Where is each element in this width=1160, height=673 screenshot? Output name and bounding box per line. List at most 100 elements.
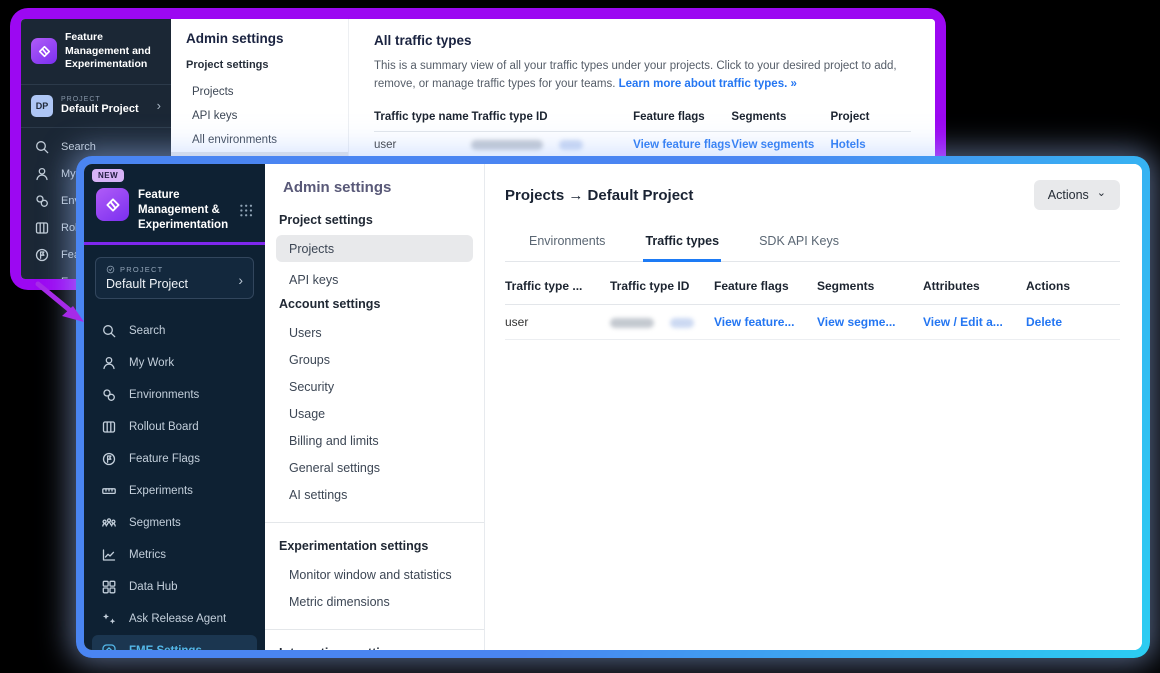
- sidebar-item-rollout-board[interactable]: Rollout Board: [84, 411, 265, 443]
- sidebar-item-environments[interactable]: Environments: [84, 379, 265, 411]
- sidebar-item-ask-release-agent[interactable]: Ask Release Agent: [84, 603, 265, 635]
- screenshot-stage: Feature Management and Experimentation D…: [0, 0, 1160, 673]
- redacted-id: [559, 140, 583, 150]
- line-chart-icon: [101, 547, 117, 563]
- person-icon: [34, 166, 50, 182]
- fme-settings-icon: [101, 643, 117, 650]
- nav-group-integrations-settings: Integrations settings: [265, 646, 484, 650]
- person-icon: [101, 355, 117, 371]
- col-header: Traffic type ID: [471, 103, 633, 132]
- tab-bar: Environments Traffic types SDK API Keys: [505, 225, 1120, 262]
- sparkles-icon: [101, 611, 117, 627]
- nav-item-usage[interactable]: Usage: [265, 400, 484, 427]
- nav-group-project-settings: Project settings: [171, 59, 348, 71]
- chevron-right-icon: ›: [238, 272, 243, 288]
- col-header: Attributes: [923, 266, 1026, 305]
- back-brand-label: Feature Management and Experimentation: [65, 31, 161, 72]
- tab-traffic-types[interactable]: Traffic types: [643, 225, 721, 262]
- col-header: Segments: [731, 103, 830, 132]
- front-main-content: Projects → Default Project Actions ⌄ Env…: [485, 164, 1142, 650]
- nav-item-metric-dimensions[interactable]: Metric dimensions: [265, 588, 484, 615]
- col-header: Traffic type ID: [610, 266, 714, 305]
- ruler-icon: [101, 483, 117, 499]
- project-avatar: DP: [31, 95, 53, 117]
- front-sidebar: NEW Feature Management & Experimentation…: [84, 164, 265, 650]
- view-feature-flags-link[interactable]: View feature...: [714, 315, 794, 329]
- front-brand-label: Feature Management & Experimentation: [138, 188, 230, 233]
- nav-divider: [265, 522, 484, 523]
- page-description: This is a summary view of all your traff…: [374, 58, 911, 94]
- view-edit-attributes-link[interactable]: View / Edit a...: [923, 315, 1003, 329]
- project-name: Default Project: [61, 103, 139, 115]
- sidebar-item-my-work[interactable]: My Work: [84, 347, 265, 379]
- project-name: Default Project: [106, 277, 243, 291]
- traffic-types-table: Traffic type ... Traffic type ID Feature…: [505, 266, 1120, 340]
- nav-divider: [265, 629, 484, 630]
- sidebar-item-metrics[interactable]: Metrics: [84, 539, 265, 571]
- table-row: user View feature... View segme... View …: [505, 305, 1120, 340]
- chevron-down-icon: ⌄: [1097, 188, 1106, 199]
- nav-item-projects[interactable]: Projects: [276, 235, 473, 262]
- view-feature-flags-link[interactable]: View feature flags: [633, 139, 731, 151]
- delete-link[interactable]: Delete: [1026, 315, 1062, 329]
- sidebar-item-fme-settings[interactable]: FME Settings: [92, 635, 257, 650]
- front-admin-nav: Admin settings Project settings Projects…: [265, 164, 485, 650]
- nav-item-general-settings[interactable]: General settings: [265, 454, 484, 481]
- highlight-border-front-window: NEW Feature Management & Experimentation…: [76, 156, 1150, 658]
- project-link[interactable]: Hotels: [830, 139, 865, 151]
- redacted-id-cell: [610, 305, 714, 340]
- flag-circle-icon: [101, 451, 117, 467]
- project-label: PROJECT: [61, 96, 139, 103]
- sidebar-item-feature-flags[interactable]: Feature Flags: [84, 443, 265, 475]
- admin-settings-heading: Admin settings: [265, 179, 484, 196]
- app-grid-icon[interactable]: [239, 203, 253, 218]
- sidebar-item-experiments[interactable]: Experiments: [84, 475, 265, 507]
- col-header: Actions: [1026, 266, 1120, 305]
- new-badge: NEW: [92, 169, 124, 182]
- nav-item-billing-and-limits[interactable]: Billing and limits: [265, 427, 484, 454]
- data-hub-icon: [101, 579, 117, 595]
- col-header: Traffic type ...: [505, 266, 610, 305]
- flag-circle-icon: [34, 247, 50, 263]
- learn-more-link[interactable]: Learn more about traffic types. »: [619, 78, 797, 90]
- sidebar-item-search[interactable]: Search: [84, 315, 265, 347]
- front-project-selector[interactable]: PROJECT Default Project ›: [95, 257, 254, 299]
- nav-item-monitor-window[interactable]: Monitor window and statistics: [265, 561, 484, 588]
- board-columns-icon: [34, 220, 50, 236]
- front-window: NEW Feature Management & Experimentation…: [84, 164, 1142, 650]
- redacted-id-cell: [471, 131, 633, 158]
- redacted-id: [610, 318, 654, 328]
- nav-item-api-keys[interactable]: API keys: [171, 104, 348, 128]
- admin-settings-heading: Admin settings: [171, 31, 348, 46]
- col-header: Project: [830, 103, 911, 132]
- nav-item-groups[interactable]: Groups: [265, 346, 484, 373]
- brand-underline: [84, 242, 265, 245]
- back-project-selector[interactable]: DP PROJECT Default Project ›: [21, 85, 171, 128]
- actions-button[interactable]: Actions ⌄: [1034, 180, 1120, 210]
- back-brand: Feature Management and Experimentation: [21, 19, 171, 85]
- col-header: Traffic type name: [374, 103, 471, 132]
- table-row: user View feature flags View segments Ho…: [374, 131, 911, 158]
- nav-item-api-keys[interactable]: API keys: [265, 266, 484, 293]
- nav-item-users[interactable]: Users: [265, 319, 484, 346]
- annotation-arrow: [26, 276, 96, 332]
- fme-logo-icon: [96, 188, 129, 221]
- nav-item-projects[interactable]: Projects: [171, 80, 348, 104]
- tab-sdk-api-keys[interactable]: SDK API Keys: [757, 225, 841, 261]
- traffic-type-name: user: [505, 305, 610, 340]
- front-sidebar-menu: Search My Work Environments Rollout Boar…: [84, 315, 265, 650]
- tab-environments[interactable]: Environments: [527, 225, 607, 261]
- traffic-type-name: user: [374, 131, 471, 158]
- sidebar-item-segments[interactable]: Segments: [84, 507, 265, 539]
- project-badge-icon: [106, 265, 115, 274]
- project-label: PROJECT: [120, 265, 163, 274]
- view-segments-link[interactable]: View segme...: [817, 315, 896, 329]
- sidebar-item-data-hub[interactable]: Data Hub: [84, 571, 265, 603]
- nav-item-ai-settings[interactable]: AI settings: [265, 481, 484, 508]
- nav-item-security[interactable]: Security: [265, 373, 484, 400]
- board-columns-icon: [101, 419, 117, 435]
- nav-item-all-environments[interactable]: All environments: [171, 128, 348, 152]
- nav-group-project-settings: Project settings: [265, 213, 484, 227]
- chevron-right-icon: ›: [157, 98, 161, 113]
- view-segments-link[interactable]: View segments: [731, 139, 814, 151]
